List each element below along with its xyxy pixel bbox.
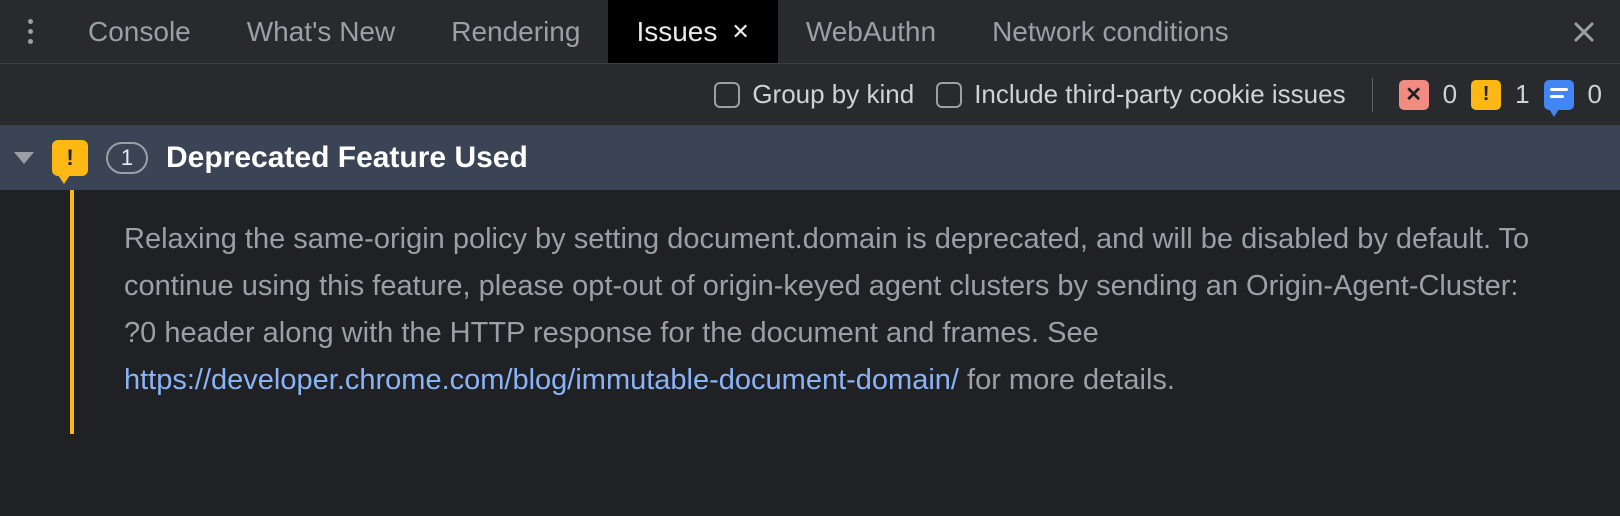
issue-title: Deprecated Feature Used (166, 141, 528, 175)
more-tabs-button[interactable] (0, 0, 60, 63)
group-by-kind-checkbox[interactable]: Group by kind (714, 79, 914, 110)
info-count: 0 (1588, 79, 1602, 110)
divider (1372, 78, 1373, 112)
issue-learn-more-link[interactable]: https://developer.chrome.com/blog/immuta… (124, 364, 959, 396)
severity-rail (70, 190, 74, 434)
checkbox-label: Group by kind (752, 79, 914, 110)
tab-network-conditions[interactable]: Network conditions (964, 0, 1257, 63)
drawer-tabbar: Console What's New Rendering Issues ✕ We… (0, 0, 1620, 64)
warning-icon[interactable]: ! (1471, 80, 1501, 110)
error-count: 0 (1443, 79, 1457, 110)
include-third-party-checkbox[interactable]: Include third-party cookie issues (936, 79, 1345, 110)
issue-counts: ✕ 0 ! 1 0 (1399, 79, 1602, 110)
tab-label: What's New (247, 16, 396, 48)
tab-label: Rendering (451, 16, 580, 48)
tab-whats-new[interactable]: What's New (219, 0, 424, 63)
tab-console[interactable]: Console (60, 0, 219, 63)
checkbox-icon (714, 82, 740, 108)
issue-description: Relaxing the same-origin policy by setti… (70, 190, 1570, 434)
tab-rendering[interactable]: Rendering (423, 0, 608, 63)
checkbox-icon (936, 82, 962, 108)
close-drawer-button[interactable] (1548, 0, 1620, 64)
tab-label: WebAuthn (806, 16, 936, 48)
tab-label: Issues (636, 16, 717, 48)
info-icon[interactable] (1544, 80, 1574, 110)
tab-label: Network conditions (992, 16, 1229, 48)
close-icon[interactable]: ✕ (731, 19, 749, 45)
issue-text: Relaxing the same-origin policy by setti… (124, 223, 1529, 349)
tab-webauthn[interactable]: WebAuthn (778, 0, 964, 63)
issue-occurrence-count: 1 (106, 142, 148, 174)
checkbox-label: Include third-party cookie issues (974, 79, 1345, 110)
issue-row-header[interactable]: ! 1 Deprecated Feature Used (0, 126, 1620, 190)
close-icon (1572, 20, 1596, 44)
tab-issues[interactable]: Issues ✕ (608, 0, 777, 63)
warning-message-icon: ! (52, 140, 88, 176)
warning-count: 1 (1515, 79, 1529, 110)
error-icon[interactable]: ✕ (1399, 80, 1429, 110)
tab-label: Console (88, 16, 191, 48)
more-vertical-icon (28, 19, 33, 44)
chevron-down-icon (14, 152, 34, 164)
issue-text: for more details. (959, 364, 1175, 396)
issue-body-container: Relaxing the same-origin policy by setti… (0, 190, 1620, 434)
issues-toolbar: Group by kind Include third-party cookie… (0, 64, 1620, 126)
